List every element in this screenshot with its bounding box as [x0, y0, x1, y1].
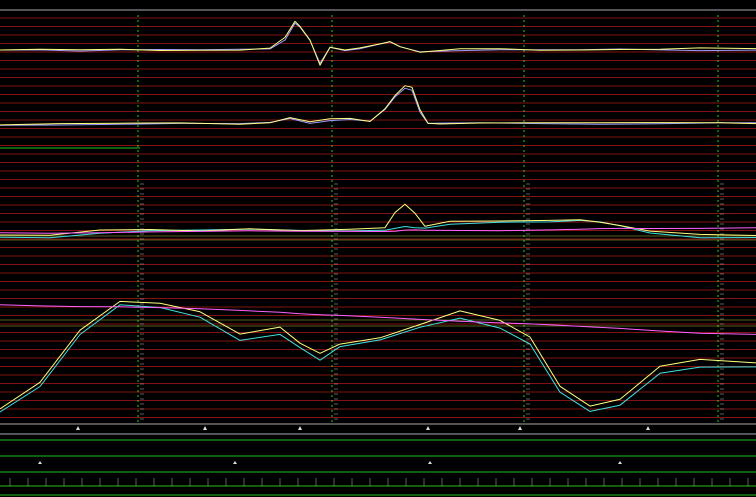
timeline-arrow	[38, 461, 42, 464]
timeline-arrow	[233, 461, 237, 464]
grid-lines	[0, 9, 756, 435]
timeline-arrow	[426, 426, 430, 430]
timeline-bars	[0, 426, 756, 496]
timeline-arrow	[518, 426, 522, 430]
trace-line	[0, 219, 756, 239]
timeline-arrow	[203, 426, 207, 430]
timeline-arrow	[646, 426, 650, 430]
signal-traces	[0, 20, 756, 413]
trace-line	[0, 85, 756, 126]
timeline-arrow	[618, 461, 622, 464]
timeline-arrow	[298, 426, 302, 430]
timeline-arrow	[428, 461, 432, 464]
time-markers	[137, 15, 719, 425]
timeline-arrow	[76, 426, 80, 430]
oscilloscope-display	[0, 9, 756, 496]
